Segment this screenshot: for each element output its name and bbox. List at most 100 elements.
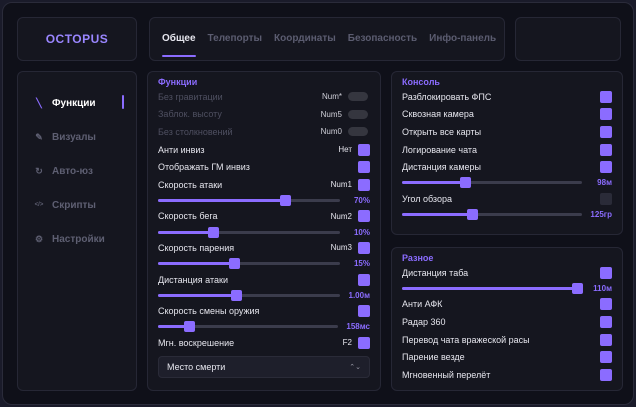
header-empty-panel (515, 17, 621, 61)
slider-handle[interactable] (571, 283, 583, 295)
setting-checkbox[interactable] (358, 161, 370, 174)
setting-checkbox[interactable] (600, 351, 612, 364)
slider-track[interactable] (402, 283, 583, 295)
sidebar-item-label: Скрипты (52, 199, 96, 211)
setting-checkbox[interactable] (600, 315, 612, 328)
setting-checkbox[interactable] (600, 333, 612, 346)
slider-handle[interactable] (229, 258, 241, 270)
setting-row: Скорость парения Num3 (158, 239, 370, 257)
hotkey-label[interactable]: Num5 (312, 110, 342, 119)
console-title: Консоль (402, 77, 440, 87)
setting-row: Без гравитации Num* (158, 88, 370, 106)
hotkey-label[interactable]: Num0 (312, 127, 342, 136)
setting-checkbox[interactable] (358, 336, 370, 349)
setting-checkbox[interactable] (600, 108, 612, 121)
death-place-select[interactable]: Место смерти ⌃⌄ (158, 355, 370, 378)
setting-checkbox[interactable] (600, 125, 612, 138)
setting-slider: 158мс (158, 320, 370, 334)
setting-checkbox[interactable] (358, 305, 370, 318)
setting-checkbox[interactable] (600, 192, 612, 205)
select-value: Место смерти (167, 361, 226, 372)
hotkey-label[interactable]: Num2 (322, 212, 352, 221)
slider-track[interactable] (158, 289, 340, 301)
slider-fill (402, 213, 473, 217)
sidebar-item-3[interactable]: </> Скрипты (18, 188, 136, 222)
hotkey-label[interactable]: Num1 (322, 180, 352, 189)
setting-row: Дистанция таба (402, 264, 612, 282)
setting-row: Радар 360 (402, 313, 612, 331)
slider-track[interactable] (402, 177, 582, 189)
slider-value: 70% (353, 196, 370, 206)
disabled-toggle (348, 92, 368, 102)
setting-label: Логирование чата (402, 144, 477, 155)
hotkey-label[interactable]: Нет (322, 145, 352, 154)
setting-label: Мгновенный перелёт (402, 369, 491, 380)
setting-label: Скорость смены оружия (158, 306, 260, 317)
setting-checkbox[interactable] (600, 143, 612, 156)
hotkey-label[interactable]: Num* (312, 92, 342, 101)
setting-label: Дистанция камеры (402, 162, 481, 173)
slider-track[interactable] (402, 209, 582, 221)
slider-handle[interactable] (280, 195, 292, 207)
tab-1[interactable]: Телепорты (208, 17, 263, 61)
setting-row: Отображать ГМ инвиз (158, 158, 370, 176)
sidebar-item-4[interactable]: ⚙ Настройки (18, 222, 136, 256)
setting-checkbox[interactable] (600, 161, 612, 174)
app-window: OCTOPUS Общее Телепорты Координаты Безопасн… (2, 2, 634, 405)
setting-row: Анти инвиз Нет (158, 141, 370, 159)
setting-row: Скорость атаки Num1 (158, 176, 370, 194)
code-icon: </> (34, 202, 44, 208)
setting-checkbox[interactable] (358, 178, 370, 191)
setting-label: Скорость парения (158, 242, 235, 253)
hotkey-label[interactable]: F2 (322, 338, 352, 347)
setting-checkbox[interactable] (600, 266, 612, 279)
slider-handle[interactable] (467, 209, 479, 221)
slider-track[interactable] (158, 321, 339, 333)
setting-row: Дистанция камеры (402, 158, 612, 176)
setting-checkbox[interactable] (358, 241, 370, 254)
slider-track[interactable] (158, 258, 340, 270)
setting-row: Открыть все карты (402, 123, 612, 141)
setting-row: Без столкновений Num0 (158, 123, 370, 141)
sidebar-item-label: Авто-юз (52, 165, 93, 177)
setting-label: Парение везде (402, 352, 465, 363)
setting-label: Угол обзора (402, 193, 452, 204)
slider-handle[interactable] (183, 321, 195, 333)
tab-0[interactable]: Общее (162, 17, 196, 61)
slider-handle[interactable] (231, 289, 243, 301)
slider-fill (402, 287, 577, 291)
setting-checkbox[interactable] (600, 298, 612, 311)
setting-checkbox[interactable] (600, 90, 612, 103)
sidebar-item-2[interactable]: ↻ Авто-юз (18, 154, 136, 188)
setting-checkbox[interactable] (358, 143, 370, 156)
hotkey-label[interactable]: Num3 (322, 243, 352, 252)
tab-3[interactable]: Безопасность (348, 17, 417, 61)
slider-track[interactable] (158, 226, 340, 238)
brand-name: OCTOPUS (45, 32, 109, 46)
slider-handle[interactable] (207, 226, 219, 238)
setting-checkbox[interactable] (358, 210, 370, 223)
slider-track[interactable] (158, 195, 340, 207)
setting-row: Мгн. воскрешение F2 (158, 334, 370, 352)
sidebar-item-0[interactable]: ╲ Функции (18, 86, 136, 120)
setting-row: Парение везде (402, 348, 612, 366)
tab-2[interactable]: Координаты (274, 17, 336, 61)
setting-label: Радар 360 (402, 316, 446, 327)
sidebar-item-1[interactable]: ✎ Визуалы (18, 120, 136, 154)
setting-label: Отображать ГМ инвиз (158, 162, 250, 173)
misc-panel: Разное Дистанция таба 110м Анти АФК Радар 3… (391, 247, 623, 391)
setting-label: Открыть все карты (402, 126, 482, 137)
setting-checkbox[interactable] (600, 368, 612, 381)
slider-fill (158, 199, 286, 203)
tab-4[interactable]: Инфо-панель (429, 17, 496, 61)
setting-label: Перевод чата вражеской расы (402, 334, 530, 345)
slider-value: 125гр (590, 210, 612, 220)
console-panel: Консоль Разблокировать ФПС Сквозная камер… (391, 71, 623, 235)
slider-handle[interactable] (460, 177, 471, 189)
sidebar: ╲ Функции ✎ Визуалы ↻ Авто-юз </> Скрипты ⚙ Настр… (17, 71, 137, 391)
setting-row: Сквозная камера (402, 106, 612, 124)
setting-checkbox[interactable] (358, 273, 370, 286)
disabled-toggle (348, 109, 368, 119)
functions-title: Функции (158, 77, 198, 87)
setting-slider: 98м (402, 176, 612, 190)
